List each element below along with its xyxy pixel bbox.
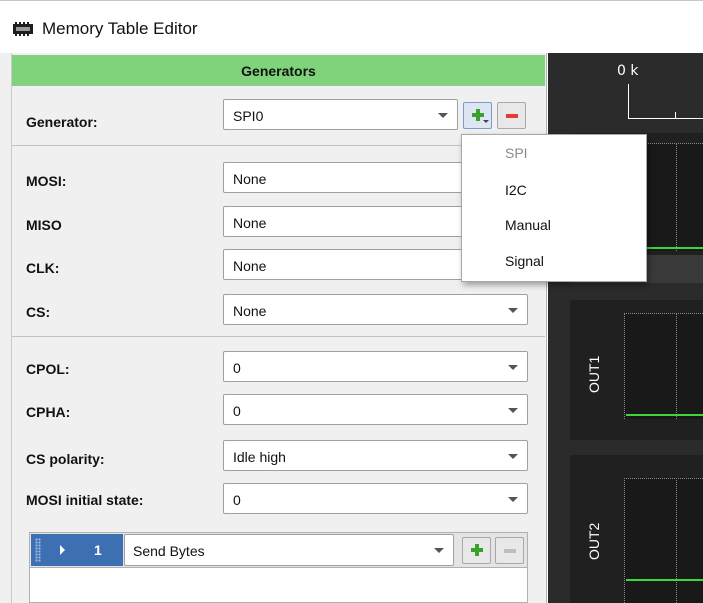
memory-chip-icon — [13, 22, 33, 36]
grid-line — [676, 478, 677, 603]
chevron-right-icon[interactable] — [60, 545, 65, 555]
cpol-select-value: 0 — [233, 360, 241, 376]
miso-label: MISO — [26, 217, 62, 233]
add-generator-menu — [461, 134, 647, 282]
mosi-select-value: None — [233, 171, 267, 187]
cs-polarity-select[interactable]: Idle high — [223, 440, 528, 471]
ruler-axis — [628, 118, 703, 119]
panel-edge — [0, 53, 12, 603]
chevron-down-icon — [434, 548, 444, 553]
generators-header: Generators — [12, 55, 545, 86]
mosi-initial-state-label: MOSI initial state: — [26, 492, 144, 508]
cpha-select[interactable]: 0 — [223, 394, 528, 425]
cs-label: CS: — [26, 304, 51, 320]
chevron-down-icon — [508, 408, 518, 413]
menu-item-manual[interactable]: Manual — [505, 217, 551, 233]
grid-line — [676, 313, 677, 419]
divider — [12, 336, 545, 337]
ruler-label: 0 k — [617, 63, 639, 79]
ruler-tick — [675, 112, 676, 119]
title-bar: Memory Table Editor — [0, 0, 703, 53]
cs-polarity-label: CS polarity: — [26, 451, 105, 467]
caret-down-icon — [483, 120, 489, 123]
miso-select-value: None — [233, 215, 267, 231]
generators-header-label: Generators — [241, 63, 316, 79]
window-title: Memory Table Editor — [42, 19, 198, 38]
mosi-initial-state-select[interactable]: 0 — [223, 483, 528, 514]
menu-item-i2c[interactable]: I2C — [505, 182, 527, 198]
cs-select-value: None — [233, 303, 267, 319]
add-sequence-button[interactable] — [462, 537, 491, 564]
generator-select-value: SPI0 — [233, 108, 264, 124]
generator-select[interactable]: SPI0 — [223, 99, 458, 130]
menu-item-signal[interactable]: Signal — [505, 253, 544, 269]
chevron-down-icon — [508, 454, 518, 459]
signal-trace — [626, 579, 703, 581]
cs-select[interactable]: None — [223, 294, 528, 325]
sequence-index: 1 — [94, 542, 102, 558]
grid-line — [676, 143, 677, 251]
minus-icon — [506, 114, 518, 118]
sequence-action-select[interactable]: Send Bytes — [124, 534, 454, 566]
signal-trace — [626, 414, 703, 416]
channel-label-out1: OUT1 — [586, 355, 602, 393]
chevron-down-icon — [508, 308, 518, 313]
cpol-label: CPOL: — [26, 361, 70, 377]
chevron-down-icon — [508, 365, 518, 370]
mosi-label: MOSI: — [26, 173, 67, 189]
remove-sequence-button[interactable] — [495, 537, 524, 564]
drag-handle[interactable] — [31, 534, 75, 566]
sequence-action-value: Send Bytes — [133, 543, 205, 559]
chevron-down-icon — [508, 497, 518, 502]
minus-icon — [504, 549, 516, 553]
menu-item-spi: SPI — [505, 145, 528, 161]
plus-icon — [471, 544, 483, 556]
channel-plot — [624, 313, 703, 419]
mosi-initial-state-select-value: 0 — [233, 492, 241, 508]
generator-label: Generator: — [26, 114, 98, 130]
channel-plot — [624, 478, 703, 603]
cpha-label: CPHA: — [26, 404, 71, 420]
ruler-tick — [628, 84, 629, 119]
channel-label-out2: OUT2 — [586, 522, 602, 560]
chevron-down-icon — [438, 113, 448, 118]
remove-generator-button[interactable] — [497, 102, 526, 129]
add-generator-button[interactable] — [463, 102, 492, 129]
drag-handle-icon — [35, 538, 41, 562]
cpha-select-value: 0 — [233, 403, 241, 419]
clk-select-value: None — [233, 258, 267, 274]
cs-polarity-select-value: Idle high — [233, 449, 286, 465]
cpol-select[interactable]: 0 — [223, 351, 528, 382]
clk-label: CLK: — [26, 260, 60, 276]
